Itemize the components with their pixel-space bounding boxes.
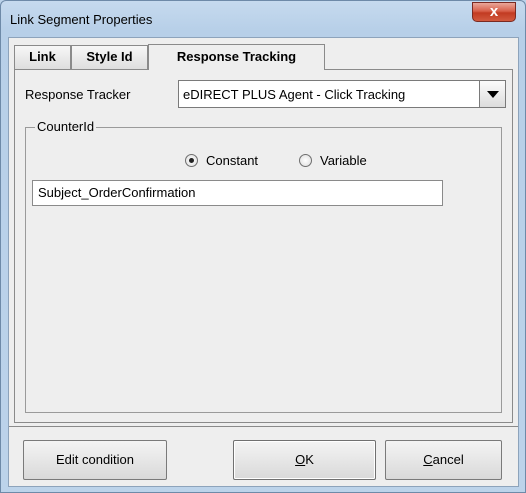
close-icon: x [489, 3, 499, 20]
title-bar[interactable]: Link Segment Properties x [1, 1, 525, 37]
edit-condition-button[interactable]: Edit condition [23, 440, 167, 480]
counterid-mode-radios: Constant Variable [26, 152, 501, 172]
window-title: Link Segment Properties [10, 12, 153, 27]
counterid-group: CounterId Constant Variable Subject_Orde… [25, 119, 502, 413]
ok-mnemonic: O [295, 452, 306, 467]
tab-style-id[interactable]: Style Id [71, 45, 148, 69]
response-tracking-panel: Response Tracker eDIRECT PLUS Agent - Cl… [14, 69, 513, 423]
tab-response-tracking[interactable]: Response Tracking [148, 44, 325, 70]
radio-variable-label[interactable]: Variable [320, 153, 367, 168]
cancel-label-rest: ancel [432, 452, 464, 467]
response-tracker-select[interactable]: eDIRECT PLUS Agent - Click Tracking [178, 80, 506, 108]
cancel-button[interactable]: Cancel [385, 440, 502, 480]
chevron-down-icon[interactable] [479, 81, 505, 107]
dialog-content: Link Style Id Response Tracking Response… [8, 37, 519, 487]
edit-condition-label: Edit condition [55, 452, 135, 467]
counterid-input[interactable]: Subject_OrderConfirmation [32, 180, 443, 206]
ok-label-rest: K [305, 452, 314, 467]
radio-constant-label[interactable]: Constant [206, 153, 258, 168]
button-bar-divider [9, 426, 518, 427]
tab-link[interactable]: Link [14, 45, 71, 69]
radio-constant[interactable] [185, 154, 198, 167]
radio-variable[interactable] [299, 154, 312, 167]
close-button[interactable]: x [472, 2, 516, 22]
response-tracker-label: Response Tracker [25, 87, 131, 102]
ok-button[interactable]: OK [233, 440, 376, 480]
dialog-window: Link Segment Properties x Link Style Id … [0, 0, 526, 493]
counterid-legend: CounterId [35, 119, 97, 134]
cancel-mnemonic: C [423, 452, 433, 467]
response-tracker-value: eDIRECT PLUS Agent - Click Tracking [183, 87, 406, 102]
